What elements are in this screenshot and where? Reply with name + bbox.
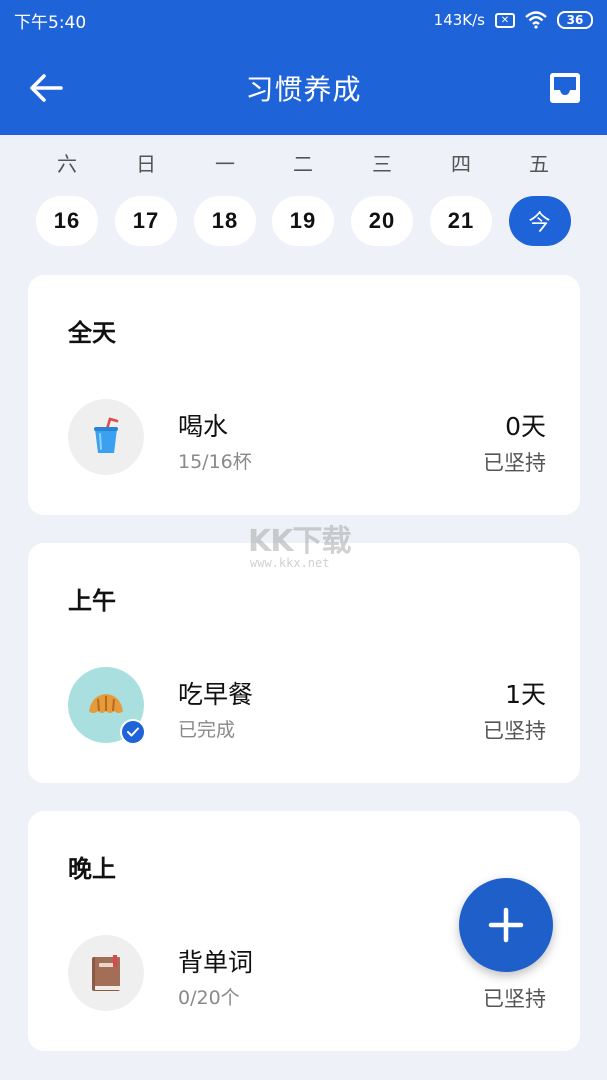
habit-name: 背单词 [178, 948, 254, 977]
add-habit-button[interactable] [459, 878, 553, 972]
weekday-label: 二 [293, 152, 313, 176]
habit-name: 喝水 [178, 412, 229, 441]
status-time: 下午5:40 [14, 12, 87, 33]
date-pill[interactable]: 19 [272, 196, 334, 246]
date-pill[interactable]: 16 [36, 196, 98, 246]
book-icon [92, 955, 120, 991]
watermark-url: www.kkx.net [250, 556, 330, 570]
x-box-icon: ✕ [495, 12, 515, 28]
app-bar: 习惯养成 [0, 40, 607, 135]
date-pill[interactable]: 18 [194, 196, 256, 246]
status-bar: 下午5:40 143K/s ✕ 36 [0, 0, 607, 40]
croissant-icon [89, 694, 123, 713]
date-row: 16 17 18 19 20 21 今 [0, 196, 607, 246]
habit-name: 吃早餐 [178, 680, 254, 709]
page-title: 习惯养成 [245, 72, 362, 106]
weekday-label: 三 [372, 152, 392, 176]
cup-icon [94, 417, 119, 453]
date-pill[interactable]: 20 [351, 196, 413, 246]
habit-streak: 0天 [505, 412, 546, 441]
inbox-icon[interactable] [547, 70, 583, 106]
watermark: KK下载 www.kkx.net [248, 516, 368, 576]
weekday-label: 一 [215, 152, 235, 176]
habit-streak-label: 已坚持 [483, 987, 546, 1011]
weekday-label: 五 [529, 152, 549, 176]
section-card-all-day: 全天 喝水 15/16杯 0天 已坚持 [28, 275, 580, 515]
weekday-label: 日 [136, 152, 156, 176]
arrow-left-icon[interactable] [26, 68, 66, 108]
habit-streak: 1天 [505, 680, 546, 709]
section-title: 全天 [68, 319, 116, 347]
section-card-morning: 上午 吃早餐 已完成 1天 已坚持 [28, 543, 580, 783]
date-pill[interactable]: 21 [430, 196, 492, 246]
plus-icon [488, 907, 524, 943]
habit-avatar [68, 935, 144, 1011]
watermark-text: KK下载 [248, 524, 351, 559]
check-icon [127, 727, 139, 737]
habit-progress: 15/16杯 [178, 451, 252, 473]
date-pill-today[interactable]: 今 [509, 196, 571, 246]
habit-avatar [68, 667, 146, 745]
habit-avatar [68, 399, 144, 475]
battery-icon: 36 [557, 11, 593, 29]
section-title: 上午 [68, 587, 116, 615]
habit-progress: 已完成 [178, 719, 236, 741]
network-speed: 143K/s [433, 11, 485, 29]
section-title: 晚上 [68, 855, 116, 883]
habit-row-water[interactable]: 喝水 15/16杯 0天 已坚持 [28, 399, 580, 479]
wifi-icon [525, 11, 547, 29]
habit-streak-label: 已坚持 [483, 719, 546, 743]
habit-progress: 0/20个 [178, 987, 240, 1009]
status-right: 143K/s ✕ 36 [434, 11, 593, 29]
weekday-row: 六 日 一 二 三 四 五 [0, 148, 607, 182]
habit-row-breakfast[interactable]: 吃早餐 已完成 1天 已坚持 [28, 667, 580, 747]
weekday-label: 四 [451, 152, 471, 176]
habit-streak-label: 已坚持 [483, 451, 546, 475]
date-pill[interactable]: 17 [115, 196, 177, 246]
check-badge [120, 719, 146, 745]
weekday-label: 六 [57, 152, 77, 176]
